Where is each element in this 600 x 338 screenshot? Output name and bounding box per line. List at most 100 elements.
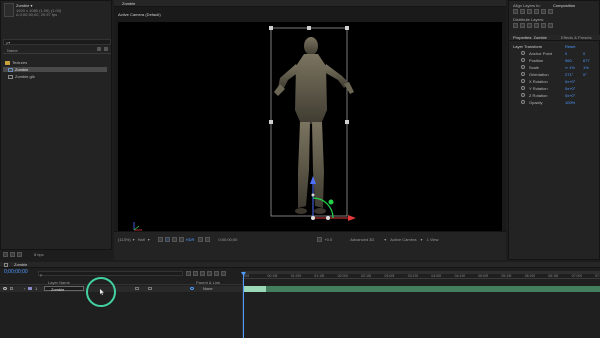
pickwhip-icon[interactable] [190, 287, 194, 290]
prop-value[interactable]: 677 [583, 58, 590, 63]
align-to-dropdown[interactable]: Composition [553, 3, 575, 8]
current-time-indicator[interactable] [243, 272, 244, 338]
audio-icon[interactable] [10, 287, 13, 290]
ruler-tick-label: 06:00f [524, 274, 535, 278]
prop-value[interactable]: 0° [583, 72, 587, 77]
project-item[interactable]: Zombie.glb [5, 74, 109, 79]
stopwatch-icon[interactable] [521, 72, 525, 76]
draft-3d-icon[interactable] [193, 271, 198, 276]
zombie-model[interactable] [118, 22, 502, 236]
align-top-icon[interactable] [534, 9, 539, 14]
layer-name-field[interactable]: Zombie [44, 286, 84, 292]
layer-duration-bar[interactable] [244, 286, 600, 292]
sort-icon[interactable] [97, 47, 101, 51]
prop-value[interactable]: 0 [565, 51, 567, 56]
distribute-right-icon[interactable] [548, 23, 553, 28]
align-center-icon[interactable] [520, 9, 525, 14]
hdr-toggle[interactable]: HDR [186, 237, 195, 242]
comp-canvas[interactable] [118, 22, 502, 236]
parent-link-column[interactable]: Parent & Link [196, 280, 220, 285]
prop-value[interactable]: 1% [583, 65, 589, 70]
prop-value[interactable]: 960 [565, 58, 572, 63]
exposure-value[interactable]: +0.0 [324, 237, 332, 242]
prop-anchor-point[interactable]: Anchor Point 0 0 [513, 51, 599, 56]
prop-position[interactable]: Position 960 677 [513, 58, 599, 63]
distribute-top-icon[interactable] [513, 23, 518, 28]
mask-visibility-icon[interactable] [171, 237, 177, 242]
label-color-icon[interactable] [28, 287, 32, 290]
viewer-timecode[interactable]: 0;00;00;00 [218, 237, 237, 242]
resolution-dropdown[interactable]: Half [138, 237, 145, 242]
distribute-vcenter-icon[interactable] [520, 23, 525, 28]
view-layout-dropdown[interactable]: 1 View [427, 237, 439, 242]
reset-link[interactable]: Reset [565, 44, 575, 49]
parent-dropdown[interactable]: None [203, 286, 213, 291]
frame-blending-icon[interactable] [207, 271, 212, 276]
prop-value[interactable]: 0x+0° [565, 79, 575, 84]
show-snapshot-icon[interactable] [205, 237, 211, 242]
comp-flowchart-icon[interactable] [186, 271, 191, 276]
prop-scale[interactable]: Scale ∞ 1% 1% [513, 65, 599, 70]
shy-layers-icon[interactable] [200, 271, 205, 276]
tab-properties[interactable]: Properties: Zombie [513, 35, 547, 40]
layer-name-column[interactable]: Layer Name [48, 280, 70, 285]
distribute-bottom-icon[interactable] [527, 23, 532, 28]
motion-blur-icon[interactable] [214, 271, 219, 276]
grid-icon[interactable] [178, 237, 184, 242]
prop-z-rotation[interactable]: Z Rotation 0x+0° [513, 93, 599, 98]
close-icon[interactable] [4, 263, 8, 267]
tab-effects-presets[interactable]: Effects & Presets [561, 35, 592, 40]
align-left-icon[interactable] [513, 9, 518, 14]
timeline-search-input[interactable]: ρ [38, 271, 183, 277]
collapse-transform-switch[interactable] [135, 287, 139, 290]
prop-value[interactable]: 100% [565, 100, 575, 105]
layer-transform-title[interactable]: Layer Transform [513, 44, 542, 49]
label-icon[interactable] [104, 47, 108, 51]
region-of-interest-icon[interactable] [157, 237, 163, 242]
transparency-grid-icon[interactable] [164, 237, 170, 242]
prop-y-rotation[interactable]: Y Rotation 0x+0° [513, 86, 599, 91]
camera-dropdown[interactable]: Active Camera [390, 237, 416, 242]
distribute-hcenter-icon[interactable] [541, 23, 546, 28]
stopwatch-icon[interactable] [521, 51, 525, 55]
project-item-selected[interactable]: Zombie [3, 67, 107, 72]
timeline-timecode[interactable]: 0;00;00;00 [4, 270, 28, 275]
stopwatch-icon[interactable] [521, 100, 525, 104]
viewer-canvas-area[interactable]: Active Camera (Default) [114, 7, 506, 236]
stopwatch-icon[interactable] [521, 79, 525, 83]
graph-editor-icon[interactable] [221, 271, 226, 276]
prop-x-rotation[interactable]: X Rotation 0x+0° [513, 79, 599, 84]
snapshot-icon[interactable] [198, 237, 204, 242]
project-item[interactable]: Textures [5, 60, 109, 65]
align-middle-icon[interactable] [541, 9, 546, 14]
distribute-left-icon[interactable] [534, 23, 539, 28]
prop-opacity[interactable]: Opacity 100% [513, 100, 599, 105]
project-search-input[interactable]: ρ▾ [3, 39, 111, 45]
layer-row[interactable]: › 1 Zombie None [0, 286, 242, 292]
new-folder-icon[interactable] [10, 252, 15, 257]
align-bottom-icon[interactable] [548, 9, 553, 14]
interpret-footage-icon[interactable] [3, 252, 8, 257]
fast-previews-icon[interactable] [317, 237, 323, 242]
prop-value[interactable]: ∞ 1% [565, 65, 575, 70]
quality-switch[interactable] [148, 287, 152, 290]
tab-timeline-zombie[interactable]: Zombie [14, 262, 27, 267]
prop-value[interactable]: 0x+0° [565, 93, 575, 98]
prop-value[interactable]: 271° [565, 72, 573, 77]
stopwatch-icon[interactable] [521, 86, 525, 90]
bit-depth-label[interactable]: 8 bpc [34, 252, 44, 257]
layer-expand-icon[interactable]: › [24, 286, 25, 291]
new-comp-icon[interactable] [17, 252, 22, 257]
stopwatch-icon[interactable] [521, 58, 525, 62]
visibility-eye-icon[interactable] [3, 287, 7, 290]
tab-composition-zombie[interactable]: Zombie [122, 1, 135, 6]
stopwatch-icon[interactable] [521, 65, 525, 69]
prop-value[interactable]: 0 [583, 51, 585, 56]
prop-orientation[interactable]: Orientation 271° 0° [513, 72, 599, 77]
zoom-dropdown[interactable]: (113%) [118, 237, 131, 242]
layer-bar-highlight[interactable] [244, 286, 266, 292]
stopwatch-icon[interactable] [521, 93, 525, 97]
renderer-dropdown[interactable]: Advanced 3D [350, 237, 374, 242]
prop-value[interactable]: 0x+0° [565, 86, 575, 91]
align-right-icon[interactable] [527, 9, 532, 14]
